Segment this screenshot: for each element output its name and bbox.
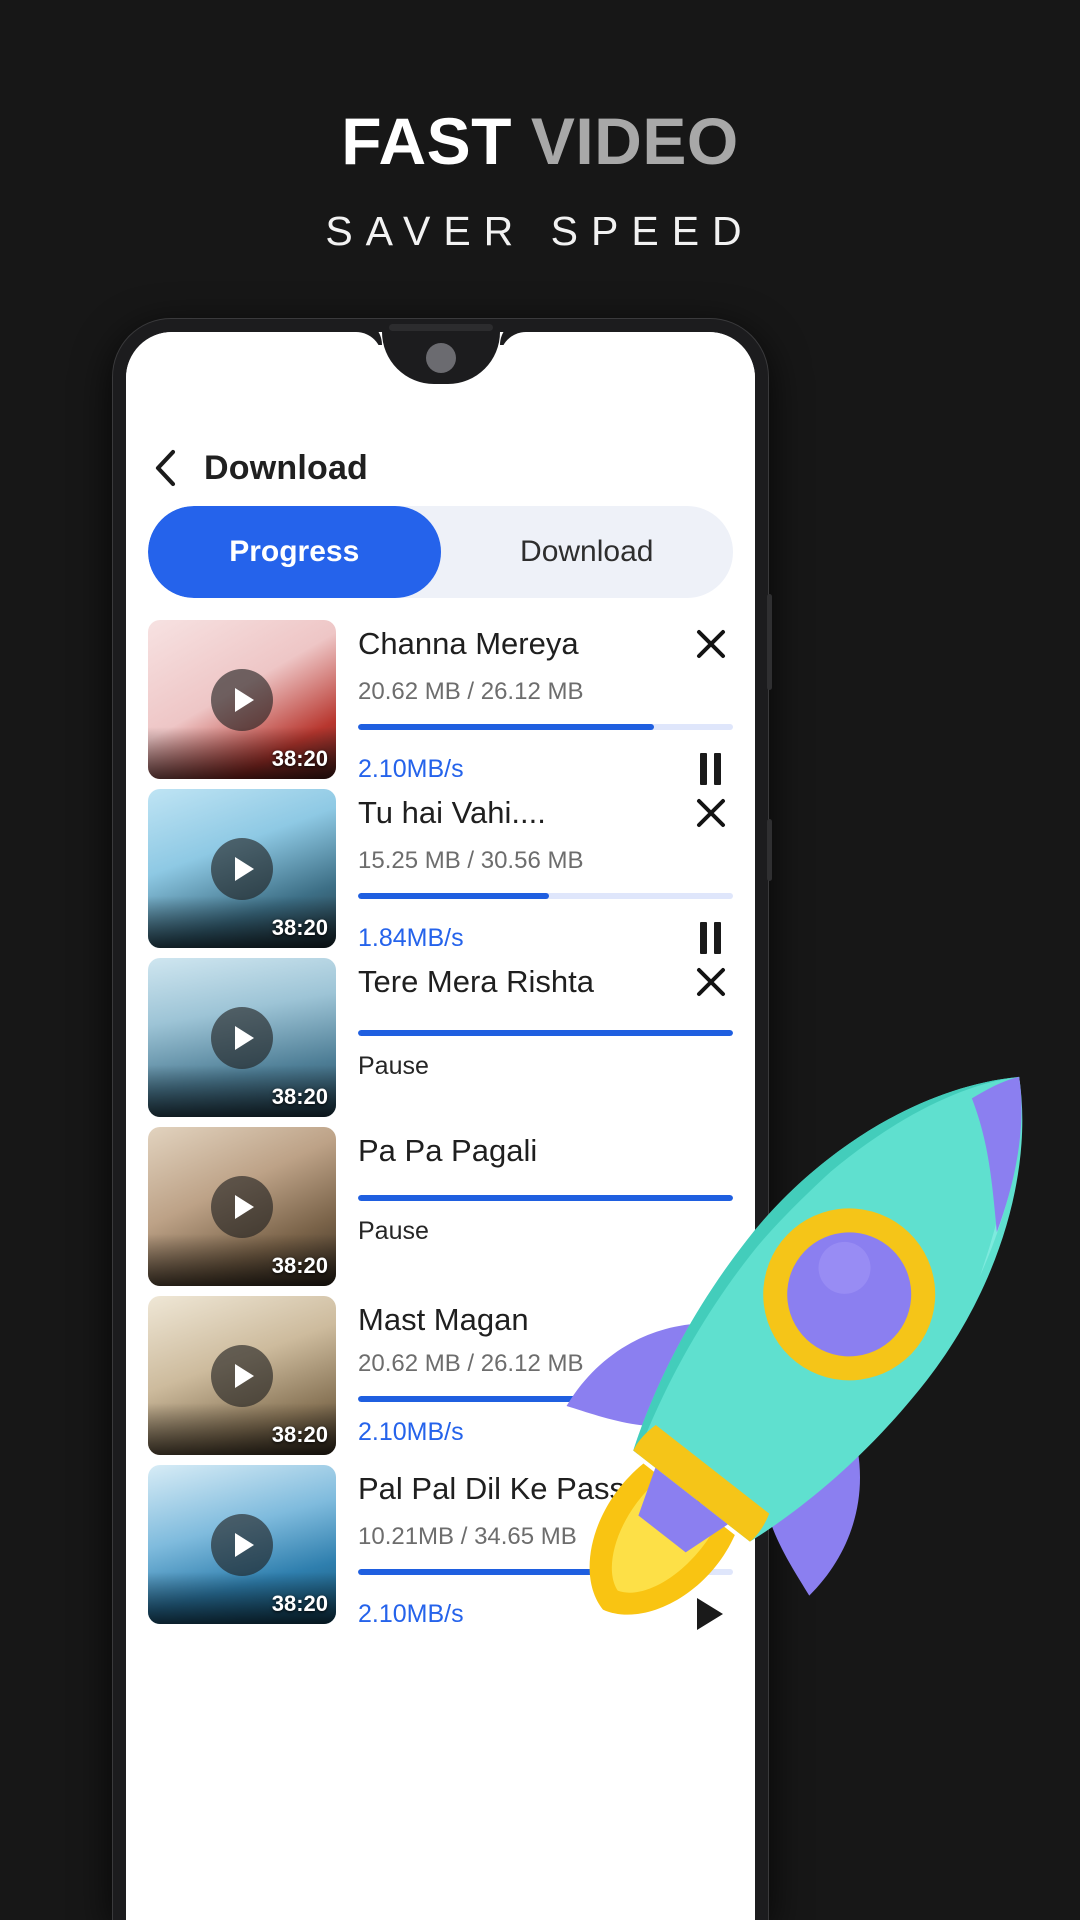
play-overlay-icon[interactable] xyxy=(211,1513,273,1576)
page-title: Download xyxy=(204,448,369,487)
download-status: Pause xyxy=(358,1217,429,1245)
download-meta: Pa Pa Pagali Pause xyxy=(358,1127,733,1286)
download-speed: 2.10MB/s xyxy=(358,1418,464,1446)
download-meta: Tu hai Vahi.... 15.25 MB / 30.56 MB 1.84… xyxy=(358,789,733,954)
phone-screen: Download Progress Download 38:20 Channa … xyxy=(126,332,755,1920)
phone-power-button xyxy=(767,819,772,881)
video-duration: 38:20 xyxy=(271,1591,328,1616)
download-title: Mast Magan xyxy=(358,1302,529,1337)
close-icon[interactable] xyxy=(689,960,733,1004)
tab-progress[interactable]: Progress xyxy=(148,506,441,598)
download-row[interactable]: 38:20 Mast Magan 20.62 MB / 26.12 MB 2.1… xyxy=(126,1296,755,1455)
download-list: 38:20 Channa Mereya 20.62 MB / 26.12 MB xyxy=(126,620,755,1630)
front-camera-icon xyxy=(425,343,456,373)
progress-bar xyxy=(358,1195,733,1201)
download-speed: 2.10MB/s xyxy=(358,754,464,783)
phone-earpiece-speaker xyxy=(388,324,493,331)
promo-headline-strong: FAST xyxy=(341,104,512,178)
download-meta: Tere Mera Rishta Pause xyxy=(358,958,733,1117)
tab-download[interactable]: Download xyxy=(441,506,734,598)
play-overlay-icon[interactable] xyxy=(211,1344,273,1407)
download-title: Tere Mera Rishta xyxy=(358,964,595,999)
video-thumbnail[interactable]: 38:20 xyxy=(148,789,336,948)
video-duration: 38:20 xyxy=(271,746,328,771)
download-title: Pal Pal Dil Ke Pass xyxy=(358,1471,626,1506)
progress-bar xyxy=(358,893,733,899)
download-sizes: 10.21MB / 34.65 MB xyxy=(358,1523,577,1550)
play-overlay-icon[interactable] xyxy=(211,668,273,731)
download-sizes: 20.62 MB / 26.12 MB xyxy=(358,678,584,705)
progress-bar xyxy=(358,1030,733,1036)
download-row[interactable]: 38:20 Pa Pa Pagali Pause xyxy=(126,1127,755,1286)
video-thumbnail[interactable]: 38:20 xyxy=(148,1127,336,1286)
download-meta: Pal Pal Dil Ke Pass 10.21MB / 34.65 MB 2… xyxy=(358,1465,733,1630)
download-meta: Mast Magan 20.62 MB / 26.12 MB 2.10MB/s xyxy=(358,1296,733,1455)
close-icon[interactable] xyxy=(689,622,733,666)
download-status: Pause xyxy=(358,1052,429,1080)
download-row[interactable]: 38:20 Channa Mereya 20.62 MB / 26.12 MB xyxy=(126,620,755,785)
download-title: Tu hai Vahi.... xyxy=(358,795,546,830)
video-thumbnail[interactable]: 38:20 xyxy=(148,620,336,779)
play-overlay-icon[interactable] xyxy=(211,1175,273,1238)
close-icon[interactable] xyxy=(689,791,733,835)
pause-icon[interactable] xyxy=(687,746,733,792)
video-duration: 38:20 xyxy=(271,1253,328,1278)
download-sizes: 15.25 MB / 30.56 MB xyxy=(358,847,584,874)
play-overlay-icon[interactable] xyxy=(211,837,273,900)
progress-bar xyxy=(358,1569,733,1575)
video-duration: 38:20 xyxy=(271,1084,328,1109)
download-row[interactable]: 38:20 Pal Pal Dil Ke Pass 10.21MB / 34.6… xyxy=(126,1465,755,1630)
app-screen: Download Progress Download 38:20 Channa … xyxy=(126,332,755,1920)
promo-headline-light: VIDEO xyxy=(530,104,739,178)
video-thumbnail[interactable]: 38:20 xyxy=(148,958,336,1117)
video-duration: 38:20 xyxy=(271,1422,328,1447)
progress-bar xyxy=(358,1396,733,1402)
download-row[interactable]: 38:20 Tu hai Vahi.... 15.25 MB / 30.56 M… xyxy=(126,789,755,954)
play-icon[interactable] xyxy=(687,1591,733,1637)
download-sizes: 20.62 MB / 26.12 MB xyxy=(358,1350,584,1377)
video-duration: 38:20 xyxy=(271,915,328,940)
download-speed: 2.10MB/s xyxy=(358,1599,464,1628)
video-thumbnail[interactable]: 38:20 xyxy=(148,1296,336,1455)
download-row[interactable]: 38:20 Tere Mera Rishta Pause xyxy=(126,958,755,1117)
close-icon[interactable] xyxy=(689,1467,733,1511)
video-thumbnail[interactable]: 38:20 xyxy=(148,1465,336,1624)
download-title: Channa Mereya xyxy=(358,626,579,661)
promo-subheadline: SAVER SPEED xyxy=(325,208,755,254)
promo-header: FAST VIDEO SAVER SPEED xyxy=(0,0,1080,300)
phone-mockup: Download Progress Download 38:20 Channa … xyxy=(113,319,772,1920)
play-overlay-icon[interactable] xyxy=(211,1006,273,1069)
phone-volume-button xyxy=(767,594,772,690)
promo-headline: FAST VIDEO xyxy=(341,108,738,174)
download-speed: 1.84MB/s xyxy=(358,923,464,952)
pause-icon[interactable] xyxy=(687,915,733,961)
tab-bar: Progress Download xyxy=(148,506,733,598)
back-icon[interactable] xyxy=(150,449,180,487)
progress-bar xyxy=(358,724,733,730)
download-meta: Channa Mereya 20.62 MB / 26.12 MB 2.10MB… xyxy=(358,620,733,785)
download-title: Pa Pa Pagali xyxy=(358,1133,538,1168)
